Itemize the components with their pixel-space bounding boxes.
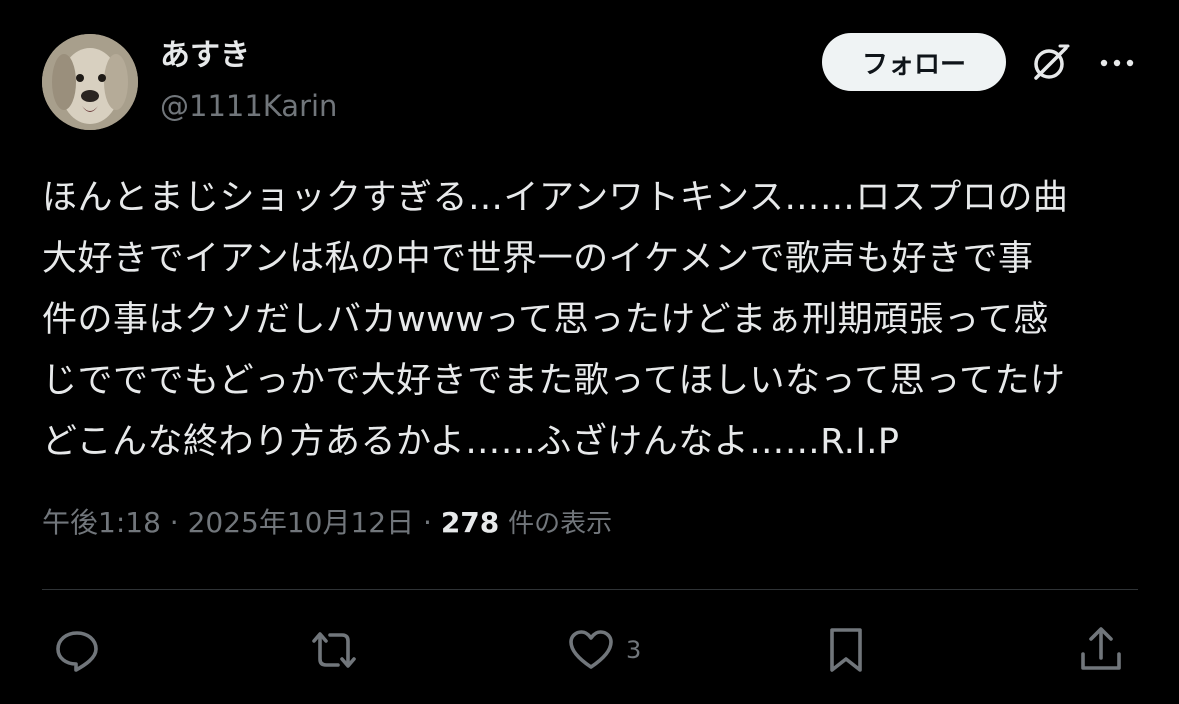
share-icon [1081, 627, 1121, 670]
views-label: 件の表示 [508, 509, 613, 539]
share-button[interactable] [1076, 624, 1126, 676]
like-count: 3 [626, 636, 642, 664]
tweet-text-line: ほんとまじショックすぎる…イアンワトキンス……ロスプロの曲 [42, 178, 1069, 218]
grok-icon[interactable] [1030, 42, 1072, 84]
divider [42, 589, 1138, 590]
repost-icon [312, 632, 356, 668]
author-avatar[interactable] [42, 34, 138, 130]
more-icon[interactable] [1098, 50, 1136, 76]
tweet-detail: あすき @1111Karin フォロー ほんとまじショックすぎる…イアンワトキン… [0, 0, 1179, 704]
tweet-text-line: じでででもどっかで大好きでまた歌ってほしいなって思ってたけ [42, 361, 1066, 401]
timestamp[interactable]: 午後1:18 · 2025年10月12日 · [42, 506, 432, 539]
tweet-text-line: どこんな終わり方あるかよ……ふざけんなよ……R.I.P [42, 422, 900, 462]
author-display-name[interactable]: あすき [160, 36, 250, 76]
follow-button[interactable]: フォロー [822, 33, 1006, 91]
bookmark-icon [830, 628, 862, 672]
dog-avatar-icon [42, 34, 138, 130]
reply-icon [56, 631, 98, 672]
bookmark-button[interactable] [822, 624, 870, 676]
author-handle[interactable]: @1111Karin [160, 86, 337, 126]
reply-button[interactable] [52, 624, 102, 676]
heart-icon [569, 630, 613, 669]
tweet-meta: 午後1:18 · 2025年10月12日 · 278 件の表示 [42, 502, 612, 545]
tweet-text-line: 件の事はクソだしバカwwwって思ったけどまぁ刑期頑張って感 [42, 300, 1049, 340]
like-button[interactable]: 3 [566, 624, 641, 676]
repost-button[interactable] [306, 624, 362, 676]
tweet-text: ほんとまじショックすぎる…イアンワトキンス……ロスプロの曲 大好きでイアンは私の… [42, 168, 1142, 473]
views-count[interactable]: 278 [441, 506, 499, 539]
tweet-text-line: 大好きでイアンは私の中で世界一のイケメンで歌声も好きで事 [42, 239, 1034, 279]
